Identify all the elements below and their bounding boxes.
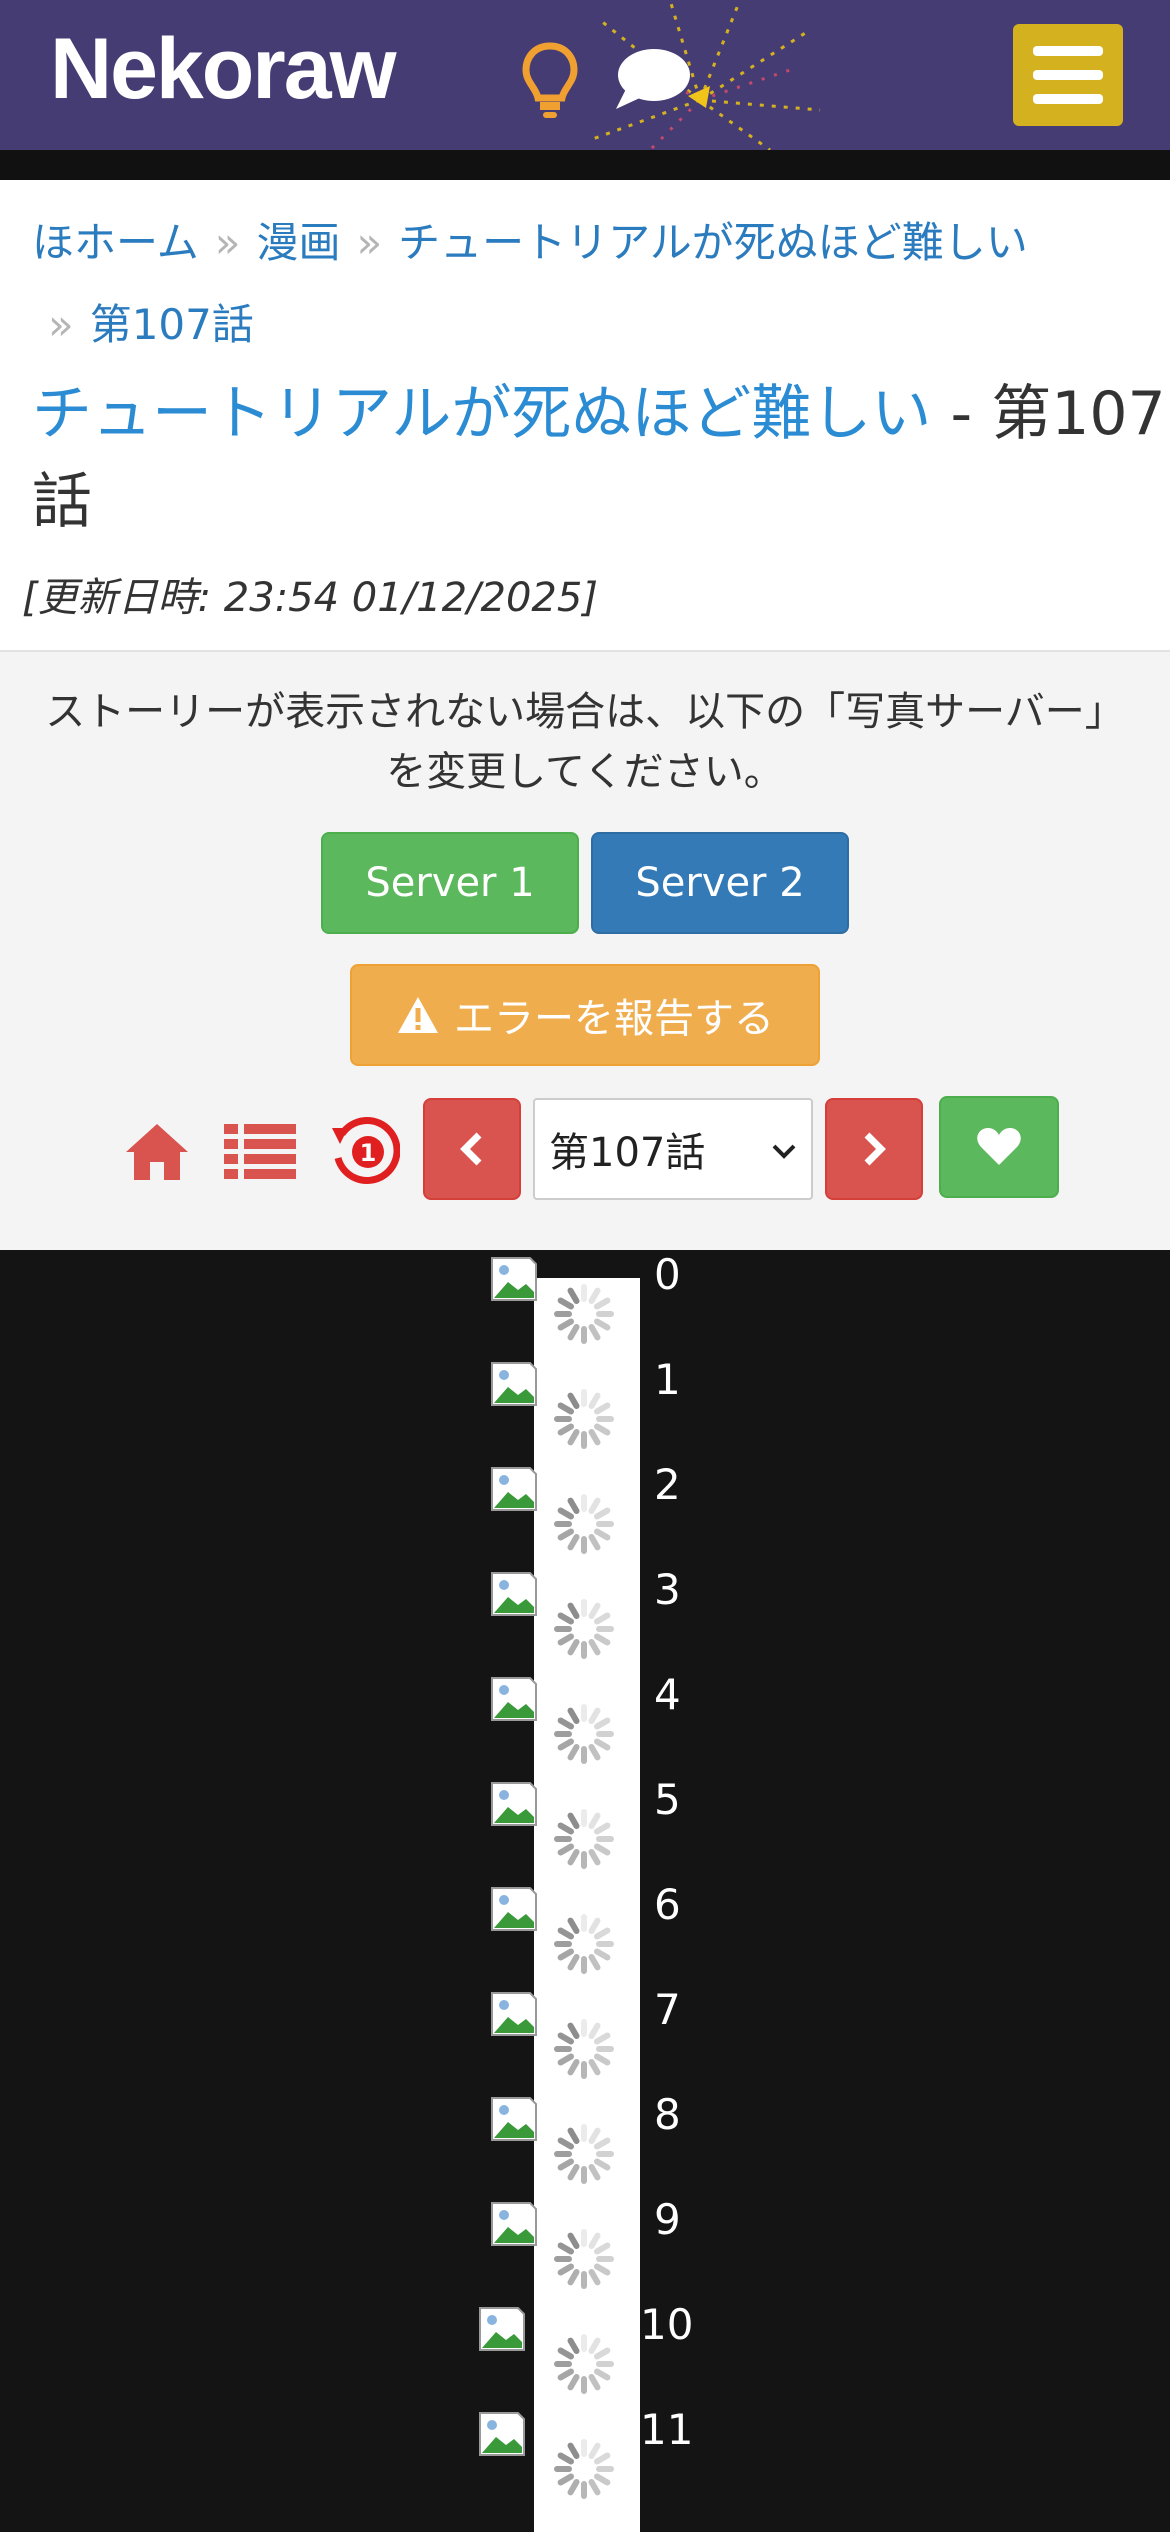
reader-controls: ストーリーが表示されない場合は、以下の「写真サーバー」を変更してください。 Se… xyxy=(0,650,1170,1250)
header-divider xyxy=(0,150,1170,180)
next-chapter-button[interactable] xyxy=(825,1098,923,1200)
page-number: 1 xyxy=(654,1355,681,1404)
page-number: 4 xyxy=(654,1670,681,1719)
page-number: 3 xyxy=(654,1565,681,1614)
broken-image-icon xyxy=(491,2202,537,2246)
site-logo[interactable]: Nekoraw xyxy=(50,20,396,119)
loading-spinner-icon xyxy=(554,1389,614,1449)
page-image: 7 xyxy=(0,1985,1170,2090)
report-error-label: エラーを報告する xyxy=(454,996,774,1042)
menu-bar xyxy=(1033,46,1103,56)
page-number: 8 xyxy=(654,2090,681,2139)
loading-spinner-icon xyxy=(554,1599,614,1659)
breadcrumb: ほホーム » 漫画 » チュートリアルが死ぬほど難しい » 第107話 xyxy=(32,202,1142,366)
server-notice: ストーリーが表示されない場合は、以下の「写真サーバー」を変更してください。 xyxy=(45,689,1125,795)
chat-bubble-icon[interactable] xyxy=(612,45,692,115)
server-1-button[interactable]: Server 1 xyxy=(321,832,579,934)
loading-spinner-icon xyxy=(554,1284,614,1344)
page-image: 10 xyxy=(0,2300,1170,2405)
broken-image-icon xyxy=(491,1677,537,1721)
update-timestamp: [更新日時: 23:54 01/12/2025] xyxy=(22,575,598,621)
broken-image-icon xyxy=(491,1782,537,1826)
series-title-link[interactable]: チュートリアルが死ぬほど難しい xyxy=(32,379,931,449)
page-image: 11 xyxy=(0,2405,1170,2510)
broken-image-icon xyxy=(491,1572,537,1616)
menu-bar xyxy=(1033,94,1103,104)
breadcrumb-separator: » xyxy=(214,218,241,267)
loading-spinner-icon xyxy=(554,1809,614,1869)
chevron-down-icon xyxy=(772,1144,796,1159)
loading-spinner-icon xyxy=(554,1914,614,1974)
broken-image-icon xyxy=(491,2097,537,2141)
broken-image-icon xyxy=(491,1467,537,1511)
hamburger-menu-button[interactable] xyxy=(1013,24,1123,126)
loading-spinner-icon xyxy=(554,2334,614,2394)
history-icon[interactable]: 1 xyxy=(328,1114,401,1186)
loading-spinner-icon xyxy=(554,2124,614,2184)
page-number: 0 xyxy=(654,1250,681,1299)
page-image: 3 xyxy=(0,1565,1170,1670)
breadcrumb-separator: » xyxy=(356,218,383,267)
page-number: 7 xyxy=(654,1985,681,2034)
page-number: 11 xyxy=(640,2405,694,2454)
warning-icon xyxy=(398,997,438,1033)
broken-image-icon xyxy=(491,1362,537,1406)
chevron-right-icon xyxy=(864,1132,886,1166)
breadcrumb-home[interactable]: ほホーム xyxy=(32,218,199,267)
fireworks-decoration xyxy=(589,0,821,150)
page-number: 2 xyxy=(654,1460,681,1509)
reader-area: 0 1 2 3 4 5 6 7 8 9 10 11 xyxy=(0,1250,1170,2532)
broken-image-icon xyxy=(491,1257,537,1301)
history-badge: 1 xyxy=(360,1139,377,1167)
broken-image-icon xyxy=(479,2412,525,2456)
page-number: 6 xyxy=(654,1880,681,1929)
heart-icon xyxy=(977,1128,1021,1165)
home-icon[interactable] xyxy=(122,1120,192,1184)
server-2-button[interactable]: Server 2 xyxy=(591,832,849,934)
history-circle-icon: 1 xyxy=(332,1117,401,1184)
loading-spinner-icon xyxy=(554,2439,614,2499)
broken-image-icon xyxy=(491,1887,537,1931)
chevron-left-icon xyxy=(460,1132,482,1166)
loading-spinner-icon xyxy=(554,1494,614,1554)
site-header: Nekoraw xyxy=(0,0,1170,150)
page-image: 0 xyxy=(0,1250,1170,1355)
breadcrumb-chapter[interactable]: 第107話 xyxy=(90,300,254,349)
page-title: チュートリアルが死ぬほど難しい - 第107話 xyxy=(32,370,1170,546)
page-number: 10 xyxy=(640,2300,694,2349)
page-image: 1 xyxy=(0,1355,1170,1460)
page-image: 2 xyxy=(0,1460,1170,1565)
favorite-button[interactable] xyxy=(939,1096,1059,1198)
page-image: 9 xyxy=(0,2195,1170,2300)
loading-spinner-icon xyxy=(554,1704,614,1764)
menu-bar xyxy=(1033,70,1103,80)
chapter-info-panel: ほホーム » 漫画 » チュートリアルが死ぬほど難しい » 第107話 チュートリアルが死ぬ… xyxy=(0,180,1170,650)
report-error-button[interactable]: エラーを報告する xyxy=(350,964,820,1066)
prev-chapter-button[interactable] xyxy=(423,1098,521,1200)
broken-image-icon xyxy=(479,2307,525,2351)
breadcrumb-manga[interactable]: 漫画 xyxy=(256,218,340,267)
chapter-select-value: 第107話 xyxy=(549,1130,706,1176)
breadcrumb-separator: » xyxy=(48,300,74,349)
loading-spinner-icon xyxy=(554,2229,614,2289)
page-number: 9 xyxy=(654,2195,681,2244)
chapter-list-icon[interactable] xyxy=(222,1120,298,1180)
broken-image-icon xyxy=(491,1992,537,2036)
page-image: 4 xyxy=(0,1670,1170,1775)
chapter-select[interactable]: 第107話 xyxy=(533,1098,813,1200)
page-image: 5 xyxy=(0,1775,1170,1880)
page-image: 6 xyxy=(0,1880,1170,1985)
lightbulb-icon[interactable] xyxy=(520,40,580,120)
loading-spinner-icon xyxy=(554,2019,614,2079)
breadcrumb-series[interactable]: チュートリアルが死ぬほど難しい xyxy=(398,218,1028,267)
page-number: 5 xyxy=(654,1775,681,1824)
page-image: 8 xyxy=(0,2090,1170,2195)
